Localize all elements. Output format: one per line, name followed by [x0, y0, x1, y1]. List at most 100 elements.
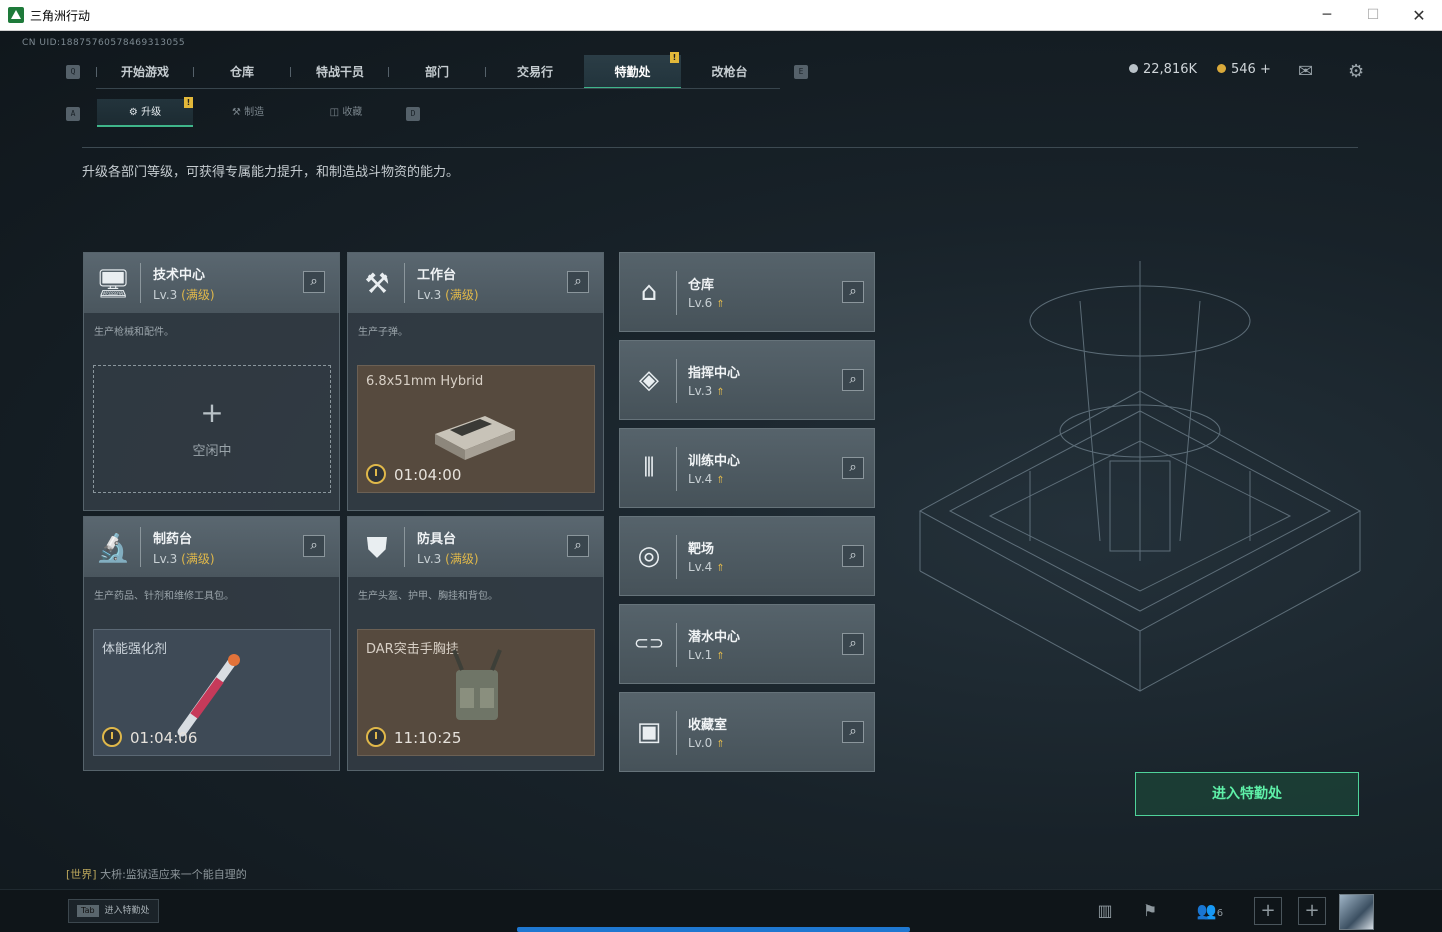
facility-warehouse[interactable]: ⌂ 仓库 Lv.6 ⇑ ⌕	[619, 252, 875, 332]
tab-department[interactable]: 部门	[398, 55, 476, 89]
close-button[interactable]: ✕	[1396, 0, 1442, 31]
tab-warehouse[interactable]: 仓库	[203, 55, 281, 89]
tab-gunsmith[interactable]: 改枪台	[681, 55, 778, 89]
add-icon: +	[200, 396, 224, 429]
workshop-card-workbench[interactable]: ⚒ 工作台 Lv.3 (满级) ⌕ 生产子弹。 6.8x51mm Hybrid …	[347, 252, 604, 511]
chat-user: 大枡:	[100, 868, 126, 881]
workshop-name: 工作台	[417, 268, 457, 283]
search-icon[interactable]: ⌕	[842, 633, 864, 655]
flag-icon[interactable]: ⚑	[1138, 899, 1162, 923]
tab-shortcut-hint[interactable]: Tab 进入特勤处	[68, 899, 159, 923]
card-divider	[404, 527, 405, 567]
card-header: 🖥 技术中心 Lv.3 (满级) ⌕	[84, 253, 339, 313]
facility-collection-room[interactable]: ▣ 收藏室 Lv.0 ⇑ ⌕	[619, 692, 875, 772]
add-slot-button[interactable]: +	[1298, 897, 1326, 925]
subnav-key-right: D	[406, 107, 420, 121]
tab-collection[interactable]: ◫ 收藏	[298, 99, 394, 127]
silver-currency: 22,816K	[1129, 62, 1197, 77]
craft-slot-busy[interactable]: 6.8x51mm Hybrid 01:04:00	[357, 365, 595, 493]
card-divider	[676, 359, 677, 403]
gold-currency[interactable]: 546 +	[1217, 62, 1271, 77]
tab-craft[interactable]: ⚒ 制造	[200, 99, 296, 127]
stats-chart-icon[interactable]: ▥	[1093, 899, 1117, 923]
facility-name: 训练中心	[688, 454, 741, 469]
card-divider	[404, 263, 405, 303]
tab-trading[interactable]: 交易行	[495, 55, 575, 89]
window-title: 三角洲行动	[30, 9, 91, 23]
enter-special-ops-button[interactable]: 进入特勤处	[1135, 772, 1359, 816]
tab-start-game[interactable]: 开始游戏	[106, 55, 184, 89]
facility-level: Lv.0 ⇑	[688, 736, 725, 750]
upgrade-arrow-icon: ⇑	[716, 563, 725, 574]
timer-clock-icon	[102, 727, 122, 747]
tools-icon: ⚒	[364, 267, 390, 300]
bottom-bar: Tab 进入特勤处 ▥ ⚑ 👥6 + +	[0, 889, 1442, 932]
workshop-card-pharmacy[interactable]: 🔬 制药台 Lv.3 (满级) ⌕ 生产药品、针剂和维修工具包。 体能强化剂 0…	[83, 516, 340, 771]
max-level-text: (满级)	[445, 288, 479, 302]
chat-channel: [世界]	[66, 868, 97, 881]
search-icon[interactable]: ⌕	[842, 369, 864, 391]
friends-count: 6	[1216, 908, 1224, 919]
search-icon[interactable]: ⌕	[303, 271, 325, 293]
loading-progress-bar	[517, 927, 910, 932]
search-icon[interactable]: ⌕	[842, 281, 864, 303]
chat-message[interactable]: [世界] 大枡:监狱适应来一个能自理的	[66, 866, 247, 882]
upgrade-alert-badge: !	[184, 97, 193, 108]
search-icon[interactable]: ⌕	[567, 535, 589, 557]
special-ops-alert-badge: !	[670, 52, 679, 63]
tab-special-ops[interactable]: 特勤处	[584, 55, 681, 89]
settings-gear-icon[interactable]: ⚙	[1348, 61, 1364, 82]
timer-clock-icon	[366, 464, 386, 484]
facility-level: Lv.1 ⇑	[688, 648, 725, 662]
craft-slot-empty[interactable]: + 空闲中	[93, 365, 331, 493]
timer-clock-icon	[366, 727, 386, 747]
card-divider	[140, 527, 141, 567]
ammo-box-icon	[435, 416, 515, 460]
facility-diving-center[interactable]: ⊂⊃ 潜水中心 Lv.1 ⇑ ⌕	[619, 604, 875, 684]
friends-button[interactable]: 👥6	[1192, 899, 1228, 923]
workshop-card-tech[interactable]: 🖥 技术中心 Lv.3 (满级) ⌕ 生产枪械和配件。 + 空闲中	[83, 252, 340, 511]
craft-slot-busy[interactable]: DAR突击手胸挂 11:10:25	[357, 629, 595, 756]
search-icon[interactable]: ⌕	[842, 721, 864, 743]
workshop-description: 生产药品、针剂和维修工具包。	[94, 591, 234, 602]
craft-slot-busy[interactable]: 体能强化剂 01:04:06	[93, 629, 331, 756]
window-titlebar: 三角洲行动 ─ ☐ ✕	[0, 0, 1442, 31]
silver-coin-icon	[1129, 64, 1138, 73]
chat-text: 监狱适应来一个能自理的	[125, 868, 247, 881]
search-icon[interactable]: ⌕	[842, 457, 864, 479]
add-slot-button[interactable]: +	[1254, 897, 1282, 925]
nav-key-right: E	[794, 65, 808, 79]
section-divider	[82, 147, 1358, 148]
search-icon[interactable]: ⌕	[303, 535, 325, 557]
workshop-card-armor[interactable]: ⛊ 防具台 Lv.3 (满级) ⌕ 生产头盔、护甲、胸挂和背包。 DAR突击手胸…	[347, 516, 604, 771]
add-gold-button[interactable]: +	[1260, 62, 1271, 77]
silver-amount: 22,816K	[1143, 62, 1198, 77]
goggles-icon: ⊂⊃	[633, 633, 665, 654]
tab-upgrade-label: 升级	[141, 107, 162, 118]
tab-upgrade[interactable]: ⚙ 升级	[97, 99, 193, 127]
avatar[interactable]	[1339, 894, 1374, 930]
minimize-button[interactable]: ─	[1304, 0, 1350, 31]
facility-training-center[interactable]: ⫴ 训练中心 Lv.4 ⇑ ⌕	[619, 428, 875, 508]
facility-name: 靶场	[688, 542, 715, 557]
max-level-text: (满级)	[445, 552, 479, 566]
base-wireframe-illustration	[918, 261, 1362, 692]
level-text: Lv.3	[417, 288, 442, 302]
facility-shooting-range[interactable]: ◎ 靶场 Lv.4 ⇑ ⌕	[619, 516, 875, 596]
player-uid: CN UID:18875760578469313055	[22, 38, 186, 48]
level-text: Lv.1	[688, 648, 713, 662]
search-icon[interactable]: ⌕	[567, 271, 589, 293]
upgrade-arrow-icon: ⇑	[716, 387, 725, 398]
warehouse-icon: ⌂	[640, 277, 658, 307]
tab-craft-label: 制造	[244, 107, 265, 118]
dumbbell-icon: ⫴	[643, 453, 655, 483]
nav-separator	[290, 67, 291, 77]
tab-operators[interactable]: 特战干员	[300, 55, 380, 89]
facility-command-center[interactable]: ◈ 指挥中心 Lv.3 ⇑ ⌕	[619, 340, 875, 420]
facility-level: Lv.6 ⇑	[688, 296, 725, 310]
mail-icon[interactable]: ✉	[1298, 61, 1313, 82]
upgrade-arrow-icon: ⇑	[716, 299, 725, 310]
search-icon[interactable]: ⌕	[842, 545, 864, 567]
card-header: 🔬 制药台 Lv.3 (满级) ⌕	[84, 517, 339, 577]
maximize-button[interactable]: ☐	[1350, 0, 1396, 31]
